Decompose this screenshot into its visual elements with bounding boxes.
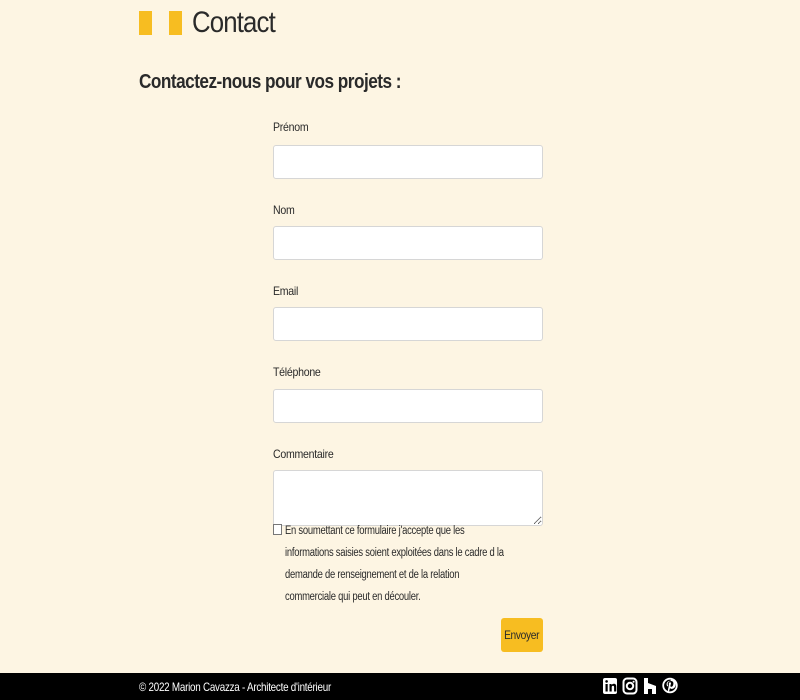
pinterest-icon[interactable]	[662, 676, 678, 696]
linkedin-icon[interactable]	[602, 676, 618, 696]
submit-button[interactable]: Envoyer	[501, 618, 543, 652]
comment-label: Commentaire	[273, 447, 334, 461]
title-accent-bar	[169, 11, 182, 35]
first-name-label: Prénom	[273, 120, 309, 134]
title-accent-bar	[139, 11, 152, 35]
page-title: Contact	[192, 6, 276, 39]
email-input[interactable]	[273, 307, 543, 341]
phone-label: Téléphone	[273, 365, 321, 379]
last-name-input[interactable]	[273, 226, 543, 260]
social-links	[602, 676, 678, 696]
consent-text: En soumettant ce formulaire j'accepte qu…	[285, 525, 504, 603]
first-name-input[interactable]	[273, 145, 543, 179]
footer: © 2022 Marion Cavazza - Architecte d'int…	[0, 673, 800, 700]
contact-form: Prénom Nom Email Téléphone Commentaire	[273, 120, 543, 526]
email-label: Email	[273, 284, 299, 298]
last-name-label: Nom	[273, 203, 295, 217]
intro-text: Contactez-nous pour vos projets :	[139, 71, 402, 93]
comment-textarea[interactable]	[273, 470, 543, 526]
copyright-text: © 2022 Marion Cavazza - Architecte d'int…	[139, 680, 331, 694]
phone-input[interactable]	[273, 389, 543, 423]
consent-checkbox[interactable]	[273, 524, 282, 535]
instagram-icon[interactable]	[622, 676, 638, 696]
houzz-icon[interactable]	[642, 676, 658, 696]
submit-label: Envoyer	[504, 628, 540, 642]
page-header: Contact	[139, 6, 288, 40]
consent-row: En soumettant ce formulaire j'accepte qu…	[273, 520, 553, 608]
